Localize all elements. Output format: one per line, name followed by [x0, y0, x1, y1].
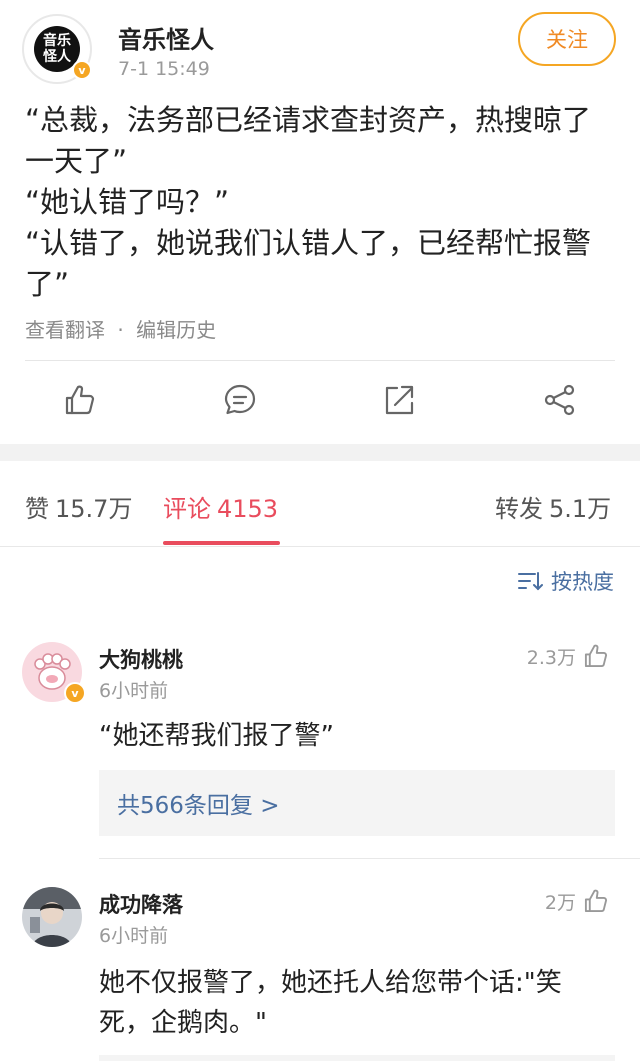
verified-badge-icon: v	[64, 682, 86, 704]
commenter-name[interactable]: 大狗桃桃	[99, 644, 183, 674]
post-line: “总裁，法务部已经请求查封资产，热搜晾了	[25, 103, 592, 137]
post-time: 7-1 15:49	[118, 58, 210, 80]
active-tab-indicator	[163, 541, 280, 545]
tab-likes[interactable]: 赞 15.7万	[25, 489, 132, 524]
sort-icon	[518, 572, 543, 591]
replies-box-partial	[99, 1055, 615, 1061]
repost-icon[interactable]	[381, 382, 417, 418]
tab-comments-label: 评论	[163, 495, 211, 523]
tab-reposts-count: 5.1万	[549, 495, 612, 523]
comment-like-count: 2万	[544, 891, 576, 914]
like-icon	[584, 889, 608, 913]
verified-badge-icon: v	[72, 60, 92, 80]
comment-text-line: 死，企鹅肉。"	[99, 1008, 267, 1038]
photo-avatar-image	[22, 887, 82, 947]
commenter-avatar[interactable]: v	[22, 642, 86, 704]
post-line: 一天了”	[25, 144, 128, 178]
tab-comments[interactable]: 评论 4153	[163, 489, 278, 524]
comment-icon[interactable]	[222, 382, 258, 418]
share-icon[interactable]	[542, 382, 578, 418]
sort-toggle[interactable]: 按热度	[517, 566, 614, 596]
tab-likes-count: 15.7万	[55, 495, 133, 523]
follow-button[interactable]: 关注	[518, 12, 616, 66]
stats-tabs: 赞 15.7万 评论 4153 转发 5.1万	[0, 461, 640, 547]
author-name[interactable]: 音乐怪人	[118, 20, 214, 55]
like-icon	[584, 644, 608, 668]
commenter-avatar[interactable]	[22, 887, 82, 947]
comment-text-line: 她不仅报警了，她还托人给您带个话:"笑	[99, 968, 562, 998]
tab-comments-count: 4153	[217, 495, 279, 523]
avatar-logo-text-2: 怪人	[43, 49, 71, 65]
tab-reposts-label: 转发	[495, 495, 543, 523]
view-translation-link[interactable]: 查看翻译	[25, 318, 105, 342]
post-header: 音乐 怪人 v 音乐怪人 7-1 15:49 关注	[0, 0, 640, 95]
post-meta: 查看翻译 · 编辑历史	[25, 314, 222, 343]
action-bar	[0, 362, 640, 444]
comment-like-button[interactable]: 2.3万	[527, 642, 610, 670]
post-text: “总裁，法务部已经请求查封资产，热搜晾了 一天了” “她认错了吗？” “认错了，…	[25, 100, 620, 305]
comment-like-button[interactable]: 2万	[545, 887, 610, 915]
sort-label: 按热度	[551, 570, 614, 594]
avatar-logo-text-1: 音乐	[43, 33, 71, 49]
comment-like-count: 2.3万	[526, 646, 576, 669]
post-line: 了”	[25, 267, 70, 301]
tab-likes-label: 赞	[25, 495, 49, 523]
comment-divider	[99, 858, 640, 859]
commenter-name[interactable]: 成功降落	[99, 889, 183, 919]
post-line: “她认错了吗？”	[25, 185, 230, 219]
comment-text: “她还帮我们报了警”	[99, 721, 334, 751]
meta-separator: ·	[117, 318, 124, 342]
post-line: “认错了，她说我们认错人了，已经帮忙报警	[25, 226, 592, 260]
like-icon[interactable]	[62, 382, 98, 418]
author-avatar[interactable]: 音乐 怪人 v	[22, 14, 92, 84]
weibo-post-page: 音乐 怪人 v 音乐怪人 7-1 15:49 关注 “总裁，法务部已经请求查封资…	[0, 0, 640, 1061]
comment-time: 6小时前	[99, 925, 169, 947]
tab-reposts[interactable]: 转发 5.1万	[495, 489, 611, 524]
divider	[25, 360, 615, 361]
comment-text: 她不仅报警了，她还托人给您带个话:"笑 死，企鹅肉。"	[99, 963, 609, 1043]
edit-history-link[interactable]: 编辑历史	[136, 318, 216, 342]
section-gap	[0, 444, 640, 461]
view-replies-button[interactable]: 共566条回复 >	[99, 770, 615, 836]
comment-time: 6小时前	[99, 680, 169, 702]
